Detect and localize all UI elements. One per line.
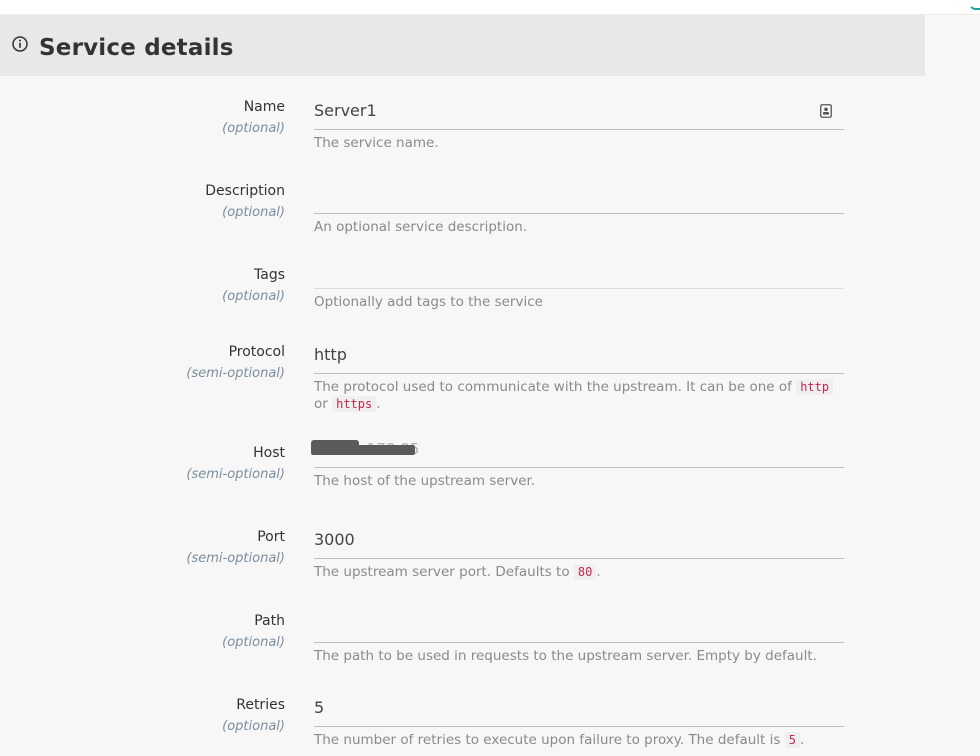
label-group: Path (optional) [25,612,285,652]
description-field-wrap: An optional service description. [314,178,844,236]
field-qualifier: (optional) [222,289,285,304]
help-suffix: . [376,396,381,412]
field-label: Host [253,445,285,461]
field-qualifier: (optional) [222,121,285,136]
tags-input[interactable] [314,253,844,289]
help-prefix: The protocol used to communicate with th… [314,379,792,395]
field-qualifier: (optional) [222,719,285,734]
name-field-wrap: Server1 The service name. [314,94,844,152]
help-suffix: . [799,732,805,748]
field-label: Path [254,613,285,629]
input-value: 3000 [314,530,355,549]
help-text: The path to be used in requests to the u… [314,648,817,664]
field-label: Retries [236,697,285,713]
input-value: http [314,345,347,364]
host-input[interactable]: .178.85 [311,432,844,468]
field-qualifier: (optional) [222,635,285,650]
input-value: Server1 [314,101,377,120]
contact-card-icon[interactable] [820,104,832,118]
info-icon [12,36,28,52]
field-label: Protocol [228,344,285,360]
label-group: Retries (optional) [25,696,285,736]
help-text: The upstream server port. Defaults to 80… [314,564,844,581]
label-group: Description (optional) [25,182,285,222]
field-label: Tags [254,267,285,283]
top-bar [0,0,980,15]
help-text: The host of the upstream server. [314,473,536,489]
help-or: or [314,396,328,412]
label-group: Tags (optional) [25,266,285,306]
retries-field-wrap: 5 The number of retries to execute upon … [314,691,844,749]
label-group: Host (semi-optional) [25,444,285,484]
section-header: Service details [0,15,925,76]
port-field-wrap: 3000 The upstream server port. Defaults … [314,523,844,581]
field-label: Description [205,183,285,199]
code-https: https [332,396,377,412]
retries-input[interactable]: 5 [314,691,844,727]
name-input[interactable]: Server1 [314,94,844,130]
field-label: Name [243,99,285,115]
field-qualifier: (optional) [222,205,285,220]
host-field-wrap: .178.85 The host of the upstream server. [311,432,844,490]
input-value: 5 [314,698,325,717]
field-label: Port [257,529,285,545]
protocol-input[interactable]: http [314,338,844,374]
label-group: Name (optional) [25,98,285,138]
field-qualifier: (semi-optional) [186,551,285,566]
help-text: Optionally add tags to the service [314,294,543,310]
help-prefix: The number of retries to execute upon fa… [314,732,781,748]
path-input[interactable] [314,607,844,643]
code-default-port: 80 [573,564,597,580]
path-field-wrap: The path to be used in requests to the u… [314,607,844,665]
protocol-field-wrap: http The protocol used to communicate wi… [314,338,844,413]
field-qualifier: (semi-optional) [186,467,285,482]
help-text: The service name. [314,135,439,151]
page-title: Service details [39,35,234,61]
redaction-bar [311,440,359,452]
code-http: http [796,379,834,395]
description-input[interactable] [314,178,844,214]
help-text: An optional service description. [314,219,528,235]
label-group: Port (semi-optional) [25,528,285,568]
field-qualifier: (semi-optional) [186,366,285,381]
port-input[interactable]: 3000 [314,523,844,559]
help-text: The protocol used to communicate with th… [314,379,844,413]
label-group: Protocol (semi-optional) [25,343,285,383]
tags-field-wrap: Optionally add tags to the service [314,253,844,311]
help-text: The number of retries to execute upon fa… [314,732,844,749]
help-prefix: The upstream server port. Defaults to [314,564,570,580]
help-suffix: . [596,564,601,580]
code-default-retries: 5 [784,732,800,748]
